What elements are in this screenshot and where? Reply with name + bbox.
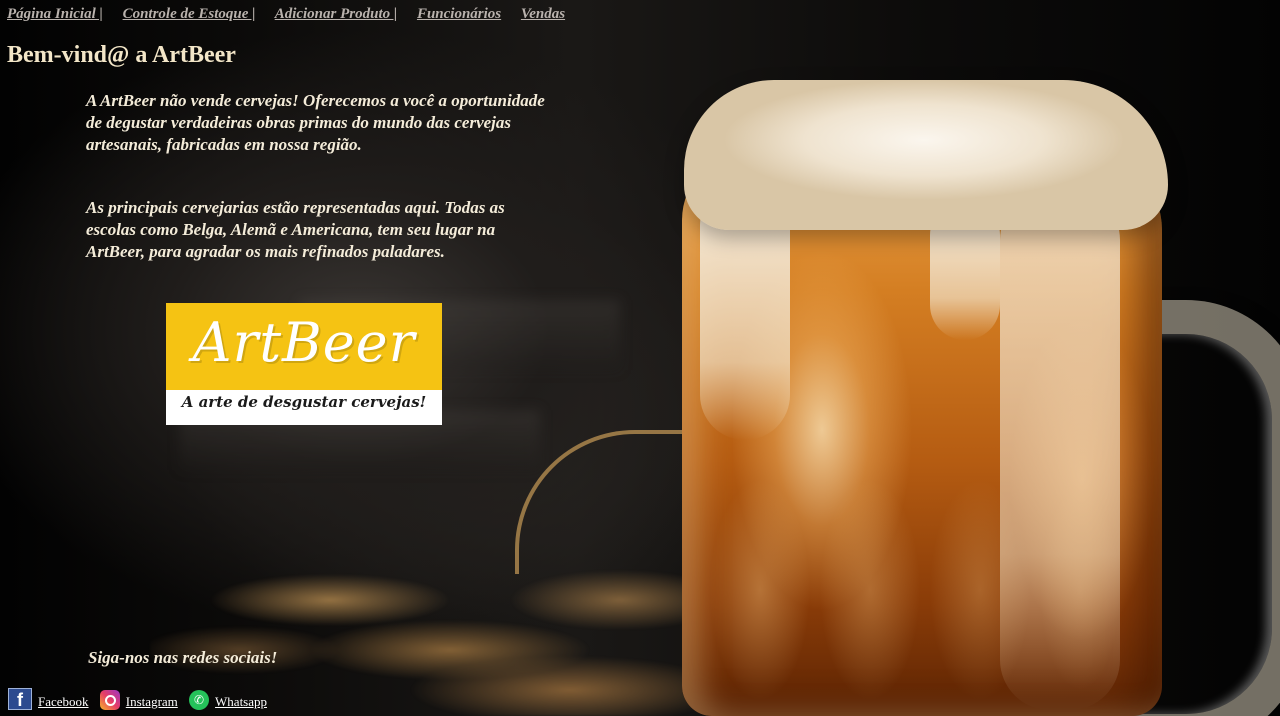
whatsapp-icon[interactable]: ✆ xyxy=(189,690,210,710)
social-heading: Siga-nos nas redes sociais! xyxy=(88,648,278,667)
logo-wordmark: ArtBeer xyxy=(192,311,416,374)
social-item-instagram: Instagram xyxy=(99,690,178,710)
breweries-paragraph: As principais cervejarias estão represen… xyxy=(86,198,505,261)
intro-paragraph: A ArtBeer não vende cervejas! Oferecemos… xyxy=(86,91,545,154)
page-title: Bem-vind@ a ArtBeer xyxy=(7,42,236,68)
nav-link-stock-control[interactable]: Controle de Estoque | xyxy=(123,6,256,22)
artbeer-logo: ArtBeer A arte de desgustar cervejas! xyxy=(166,303,442,425)
instagram-link[interactable]: Instagram xyxy=(126,694,178,709)
nav-link-sales[interactable]: Vendas xyxy=(521,6,565,22)
instagram-icon[interactable] xyxy=(99,690,120,710)
social-links: f Facebook Instagram ✆ Whatsapp xyxy=(8,688,275,710)
top-nav: Página Inicial | Controle de Estoque | A… xyxy=(7,6,581,23)
facebook-link[interactable]: Facebook xyxy=(38,694,89,709)
social-item-facebook: f Facebook xyxy=(8,688,89,710)
nav-link-home[interactable]: Página Inicial | xyxy=(7,6,103,22)
nav-link-employees[interactable]: Funcionários xyxy=(417,6,501,22)
social-item-whatsapp: ✆ Whatsapp xyxy=(189,690,267,710)
beer-foam xyxy=(684,80,1168,230)
logo-tagline: A arte de desgustar cervejas! xyxy=(181,393,427,411)
page: Página Inicial | Controle de Estoque | A… xyxy=(0,0,1280,716)
facebook-icon[interactable]: f xyxy=(8,688,32,710)
nav-link-add-product[interactable]: Adicionar Produto | xyxy=(275,6,398,22)
whatsapp-link[interactable]: Whatsapp xyxy=(215,694,267,709)
